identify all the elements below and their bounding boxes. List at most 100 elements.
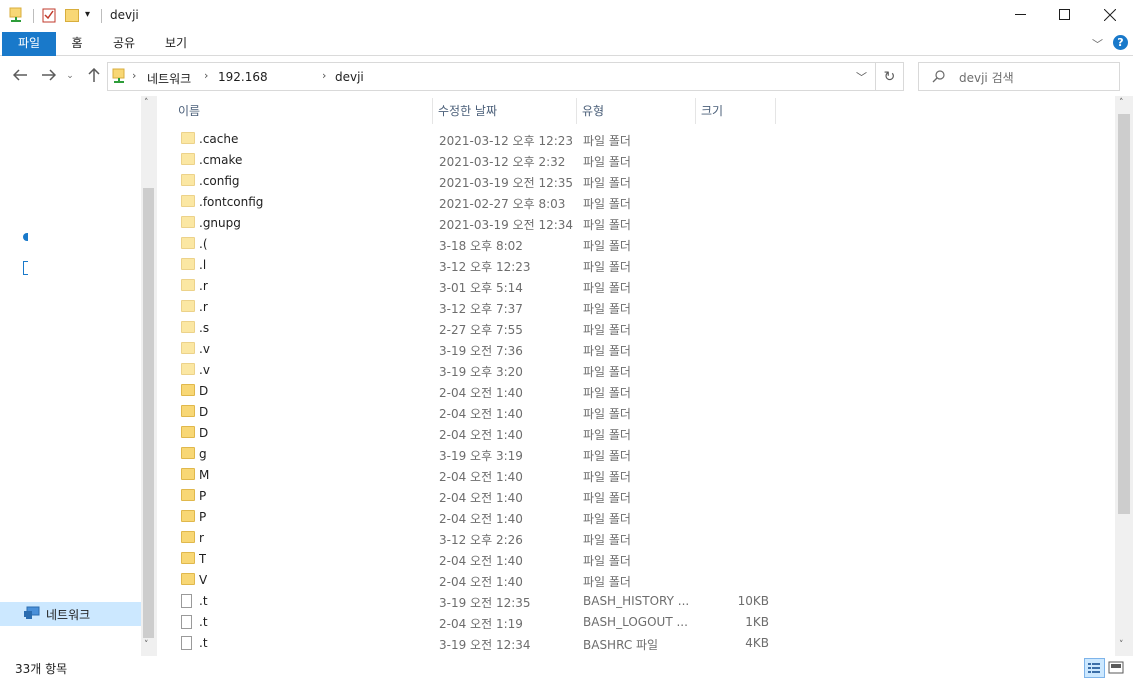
document-icon[interactable] xyxy=(23,261,28,275)
file-row[interactable]: .t 2-04 오전 1:19 BASH_LOGOUT ... 1KB xyxy=(172,612,772,633)
file-type: 파일 폴더 xyxy=(583,449,631,463)
properties-icon[interactable] xyxy=(42,7,56,23)
file-row[interactable]: .config 2021-03-19 오전 12:35 파일 폴더 xyxy=(172,171,772,192)
file-row[interactable]: D 2-04 오전 1:40 파일 폴더 xyxy=(172,381,772,402)
breadcrumb-separator-icon[interactable]: › xyxy=(322,69,326,82)
file-row[interactable]: .fontconfig 2021-02-27 오후 8:03 파일 폴더 xyxy=(172,192,772,213)
column-header-size[interactable]: 크기 xyxy=(695,100,775,124)
nav-scroll-thumb[interactable] xyxy=(143,188,154,638)
address-bar[interactable]: › 네트워크 › 192.168 › devji ﹀ xyxy=(107,62,876,91)
scroll-down-icon[interactable]: ˅ xyxy=(1119,640,1124,650)
file-date: 2-04 오전 1:40 xyxy=(439,407,523,421)
file-type: 파일 폴더 xyxy=(583,260,631,274)
network-folder-icon xyxy=(112,68,126,87)
file-date: 2-04 오전 1:40 xyxy=(439,554,523,568)
refresh-button[interactable]: ↻ xyxy=(876,62,904,91)
search-box[interactable]: devji 검색 xyxy=(918,62,1120,91)
tab-file[interactable]: 파일 xyxy=(2,32,56,56)
file-size: 4KB xyxy=(745,636,769,650)
minimize-button[interactable] xyxy=(997,0,1043,32)
tab-home[interactable]: 홈 xyxy=(62,32,92,56)
column-header-date[interactable]: 수정한 날짜 xyxy=(432,100,576,124)
address-history-dropdown[interactable]: ﹀ xyxy=(856,69,867,85)
maximize-button[interactable] xyxy=(1041,0,1087,32)
file-row[interactable]: .(3-18 오후 8:02 파일 폴더 xyxy=(172,234,772,255)
file-name: M xyxy=(199,468,210,482)
file-name: .l xyxy=(199,258,207,272)
file-row[interactable]: D 2-04 오전 1:40 파일 폴더 xyxy=(172,402,772,423)
file-row[interactable]: .gnupg 2021-03-19 오전 12:34 파일 폴더 xyxy=(172,213,772,234)
file-row[interactable]: P 2-04 오전 1:40 파일 폴더 xyxy=(172,507,772,528)
file-type: 파일 폴더 xyxy=(583,176,631,190)
new-folder-icon[interactable] xyxy=(65,8,79,22)
file-date: 2-04 오전 1:40 xyxy=(439,428,523,442)
breadcrumb-devji[interactable]: devji xyxy=(335,70,364,84)
folder-icon xyxy=(181,342,195,356)
file-date: 2-04 오전 1:40 xyxy=(439,470,523,484)
forward-button[interactable] xyxy=(38,65,60,87)
back-button[interactable] xyxy=(9,65,31,87)
column-header-name[interactable]: 이름 xyxy=(172,100,432,124)
folder-icon xyxy=(181,384,195,398)
search-input[interactable]: devji 검색 xyxy=(959,69,1014,86)
details-view-icon[interactable] xyxy=(1084,658,1105,678)
file-row[interactable]: T 2-04 오전 1:40 파일 폴더 xyxy=(172,549,772,570)
file-name: .v xyxy=(199,363,210,377)
close-button[interactable] xyxy=(1087,0,1133,32)
file-date: 2-04 오전 1:40 xyxy=(439,386,523,400)
tab-view[interactable]: 보기 xyxy=(156,32,196,56)
chevron-down-icon[interactable]: ﹀ xyxy=(1092,36,1103,52)
column-header-type[interactable]: 유형 xyxy=(576,100,695,124)
file-type: 파일 폴더 xyxy=(583,197,631,211)
file-row[interactable]: .l 3-12 오후 12:23 파일 폴더 xyxy=(172,255,772,276)
file-name: g xyxy=(199,447,207,461)
file-row[interactable]: P 2-04 오전 1:40 파일 폴더 xyxy=(172,486,772,507)
file-date: 3-12 오후 12:23 xyxy=(439,260,531,274)
breadcrumb-network[interactable]: 네트워크 xyxy=(147,70,191,87)
folder-icon xyxy=(181,363,195,377)
file-row[interactable]: .s 2-27 오후 7:55 파일 폴더 xyxy=(172,318,772,339)
file-name: .r xyxy=(199,279,208,293)
file-row[interactable]: g 3-19 오후 3:19 파일 폴더 xyxy=(172,444,772,465)
breadcrumb-separator-icon[interactable]: › xyxy=(204,69,208,82)
nav-item-network[interactable]: 네트워크 xyxy=(0,602,141,626)
help-icon[interactable]: ? xyxy=(1113,35,1128,50)
nav-scrollbar[interactable]: ˄ ˅ xyxy=(141,96,157,656)
scroll-up-icon[interactable]: ˄ xyxy=(1119,98,1124,108)
customize-quick-access-icon[interactable]: ▾ xyxy=(85,9,90,20)
large-icons-view-icon[interactable] xyxy=(1108,660,1124,679)
file-row[interactable]: .v 3-19 오전 7:36 파일 폴더 xyxy=(172,339,772,360)
file-type: 파일 폴더 xyxy=(583,155,631,169)
chevron-down-icon: ⌄ xyxy=(66,71,74,81)
file-row[interactable]: .t 3-19 오전 12:35 BASH_HISTORY ... 10KB xyxy=(172,591,772,612)
file-row[interactable]: r 3-12 오후 2:26 파일 폴더 xyxy=(172,528,772,549)
file-type: 파일 폴더 xyxy=(583,134,631,148)
file-row[interactable]: M 2-04 오전 1:40 파일 폴더 xyxy=(172,465,772,486)
scroll-down-icon[interactable]: ˅ xyxy=(144,640,149,650)
scroll-up-icon[interactable]: ˄ xyxy=(144,98,149,108)
tab-share[interactable]: 공유 xyxy=(104,32,144,56)
file-row[interactable]: .r 3-12 오후 7:37 파일 폴더 xyxy=(172,297,772,318)
file-row[interactable]: .cache 2021-03-12 오후 12:23 파일 폴더 xyxy=(172,129,772,150)
file-row[interactable]: .r 3-01 오후 5:14 파일 폴더 xyxy=(172,276,772,297)
file-row[interactable]: .t 3-19 오전 12:34 BASHRC 파일 4KB xyxy=(172,633,772,654)
list-scrollbar[interactable]: ˄ ˅ xyxy=(1115,96,1133,656)
file-row[interactable]: V 2-04 오전 1:40 파일 폴더 xyxy=(172,570,772,591)
breadcrumb-separator-icon[interactable]: › xyxy=(132,69,136,82)
file-row[interactable]: .v 3-19 오후 3:20 파일 폴더 xyxy=(172,360,772,381)
recent-locations-button[interactable]: ⌄ xyxy=(62,65,78,87)
file-type: 파일 폴더 xyxy=(583,344,631,358)
file-type: 파일 폴더 xyxy=(583,575,631,589)
pinned-item-icon[interactable] xyxy=(23,233,28,241)
file-icon xyxy=(181,594,195,608)
column-divider[interactable] xyxy=(775,98,776,124)
breadcrumb-host[interactable]: 192.168 xyxy=(218,70,268,84)
list-scroll-thumb[interactable] xyxy=(1118,114,1130,514)
up-button[interactable] xyxy=(83,65,105,87)
file-name: .cache xyxy=(199,132,239,146)
file-type: 파일 폴더 xyxy=(583,218,631,232)
folder-icon xyxy=(181,489,195,503)
file-row[interactable]: .cmake 2021-03-12 오후 2:32 파일 폴더 xyxy=(172,150,772,171)
file-row[interactable]: D 2-04 오전 1:40 파일 폴더 xyxy=(172,423,772,444)
file-date: 3-18 오후 8:02 xyxy=(439,239,523,253)
